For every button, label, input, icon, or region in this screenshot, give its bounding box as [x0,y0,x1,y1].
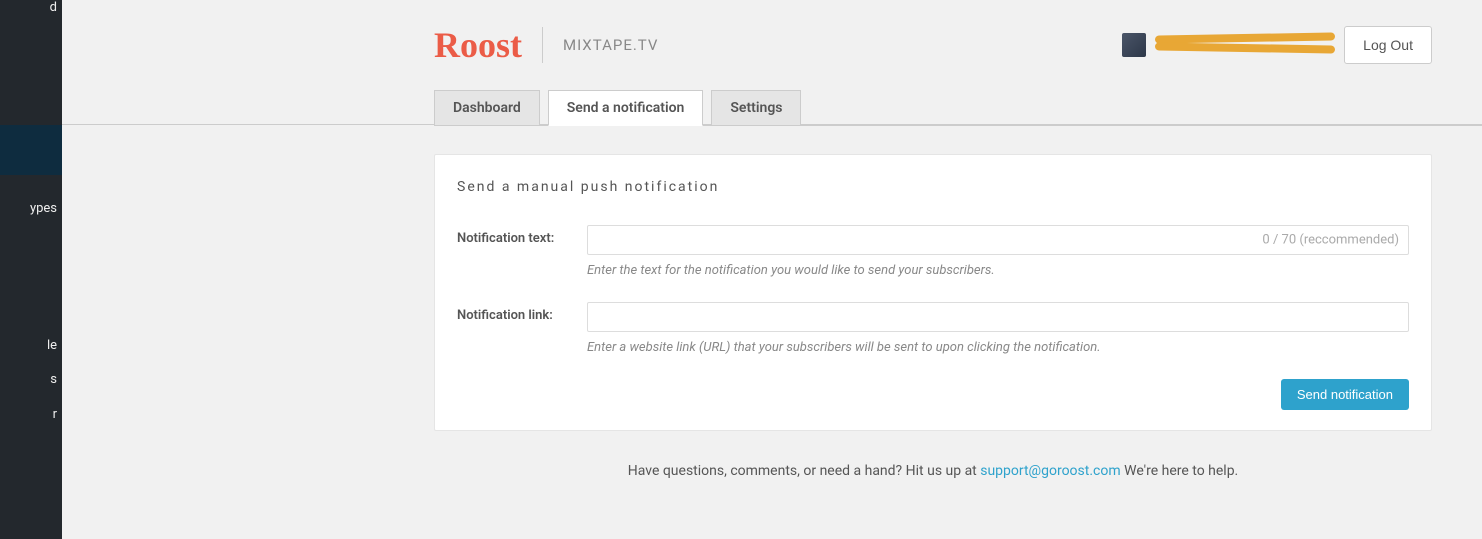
notification-text-row: Notification text: 0 / 70 (reccommended)… [457,225,1409,278]
sidebar-item-fragment[interactable]: s [50,372,57,387]
sidebar-item-fragment[interactable]: r [53,407,57,422]
header-bar: Roost MIXTAPE.TV Log Out [62,0,1482,90]
wp-admin-sidebar: d ypes le s r [0,0,62,539]
sidebar-item-active-bg [0,125,62,175]
header-right: Log Out [1122,26,1432,64]
avatar [1122,33,1146,57]
support-email-link[interactable]: support@goroost.com [980,463,1120,479]
notification-text-label: Notification text: [457,225,587,246]
notification-link-row: Notification link: Enter a website link … [457,302,1409,355]
notification-link-help: Enter a website link (URL) that your sub… [587,340,1409,355]
notification-link-field: Enter a website link (URL) that your sub… [587,302,1409,355]
notification-panel: Send a manual push notification Notifica… [434,154,1432,431]
tab-dashboard[interactable]: Dashboard [434,90,540,125]
header-divider [542,27,543,63]
username-redacted [1160,32,1330,58]
footer-text: Have questions, comments, or need a hand… [434,463,1432,479]
tabs: Dashboard Send a notification Settings [434,90,1482,126]
notification-text-field: 0 / 70 (reccommended) Enter the text for… [587,225,1409,278]
footer-before: Have questions, comments, or need a hand… [628,463,980,479]
notification-link-input[interactable] [587,302,1409,332]
logout-button[interactable]: Log Out [1344,26,1432,64]
tab-send-notification[interactable]: Send a notification [548,90,704,126]
send-notification-button[interactable]: Send notification [1281,379,1409,410]
notification-text-input-wrap: 0 / 70 (reccommended) [587,225,1409,255]
notification-text-help: Enter the text for the notification you … [587,263,1409,278]
footer-after: We're here to help. [1121,463,1239,479]
main-content: Roost MIXTAPE.TV Log Out Dashboard Send … [62,0,1482,539]
notification-link-label: Notification link: [457,302,587,323]
notification-text-input[interactable] [587,225,1409,255]
tab-settings[interactable]: Settings [711,90,801,125]
roost-logo: Roost [434,27,522,63]
panel-title: Send a manual push notification [457,179,1409,195]
sidebar-item-fragment[interactable]: ypes [30,201,57,216]
sidebar-item-fragment[interactable]: le [47,338,57,353]
sidebar-item-fragment[interactable]: d [50,0,57,15]
content-area: Send a manual push notification Notifica… [434,154,1432,479]
site-name: MIXTAPE.TV [563,36,658,54]
